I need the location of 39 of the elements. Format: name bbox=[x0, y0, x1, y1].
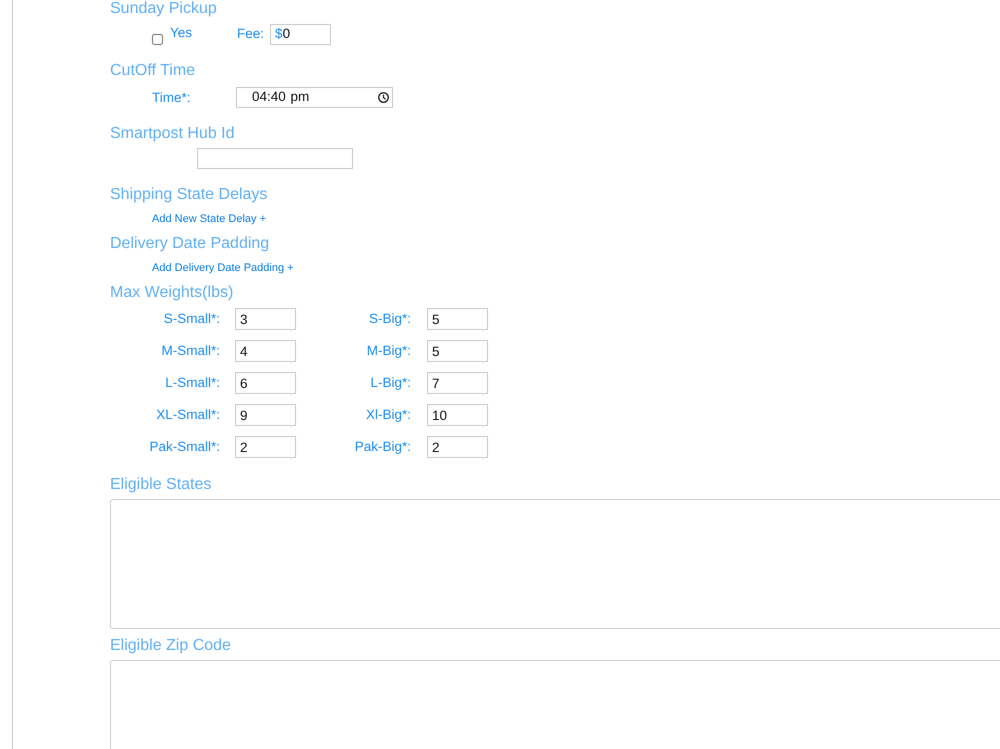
weight-label: XL-Small*: bbox=[155, 406, 220, 424]
section-title: Shipping State Delays bbox=[110, 186, 268, 204]
add-link[interactable]: Add New State Delay + bbox=[152, 212, 266, 226]
weight-label: M-Small*: bbox=[160, 342, 220, 360]
section-title: Eligible States bbox=[110, 476, 212, 494]
weight-label: S-Big*: bbox=[368, 310, 411, 328]
weight-field[interactable]: 3 bbox=[235, 308, 296, 330]
section-title: CutOff Time bbox=[110, 62, 196, 80]
section-title: Smartpost Hub Id bbox=[110, 125, 234, 143]
section-title: Delivery Date Padding bbox=[110, 235, 270, 253]
weight-field[interactable]: 7 bbox=[427, 372, 488, 394]
weight-field[interactable]: 5 bbox=[427, 340, 488, 362]
section-title: Eligible Zip Code bbox=[110, 637, 231, 655]
text-area[interactable] bbox=[110, 660, 1000, 749]
weight-label: L-Big*: bbox=[369, 374, 411, 392]
time-label: Time*: bbox=[152, 88, 192, 106]
section-title: Sunday Pickup bbox=[110, 0, 217, 18]
weight-field[interactable]: 5 bbox=[427, 308, 488, 330]
weight-label: S-Small*: bbox=[162, 310, 220, 328]
text-field[interactable] bbox=[197, 148, 353, 169]
section-title: Max Weights(lbs) bbox=[110, 284, 234, 302]
fee-label: Fee: bbox=[237, 25, 264, 43]
weight-field[interactable]: 9 bbox=[235, 404, 296, 426]
weight-label: M-Big*: bbox=[366, 342, 411, 360]
add-link[interactable]: Add Delivery Date Padding + bbox=[152, 261, 294, 275]
weight-field[interactable]: 10 bbox=[427, 404, 488, 426]
weight-field[interactable]: 4 bbox=[235, 340, 296, 362]
weight-label: Xl-Big*: bbox=[364, 406, 411, 424]
weight-field[interactable]: 2 bbox=[427, 436, 488, 458]
time-field[interactable]: 04:40 pm bbox=[236, 87, 393, 108]
weight-label: Pak-Big*: bbox=[354, 438, 411, 456]
checkbox[interactable] bbox=[152, 34, 163, 45]
fee-field[interactable]: $0 bbox=[270, 24, 332, 45]
weight-field[interactable]: 6 bbox=[235, 372, 296, 394]
text-area[interactable] bbox=[110, 499, 1000, 629]
weight-label: Pak-Small*: bbox=[148, 438, 220, 456]
weight-label: L-Small*: bbox=[164, 374, 220, 392]
weight-field[interactable]: 2 bbox=[235, 436, 296, 458]
clock-icon[interactable] bbox=[378, 92, 389, 103]
